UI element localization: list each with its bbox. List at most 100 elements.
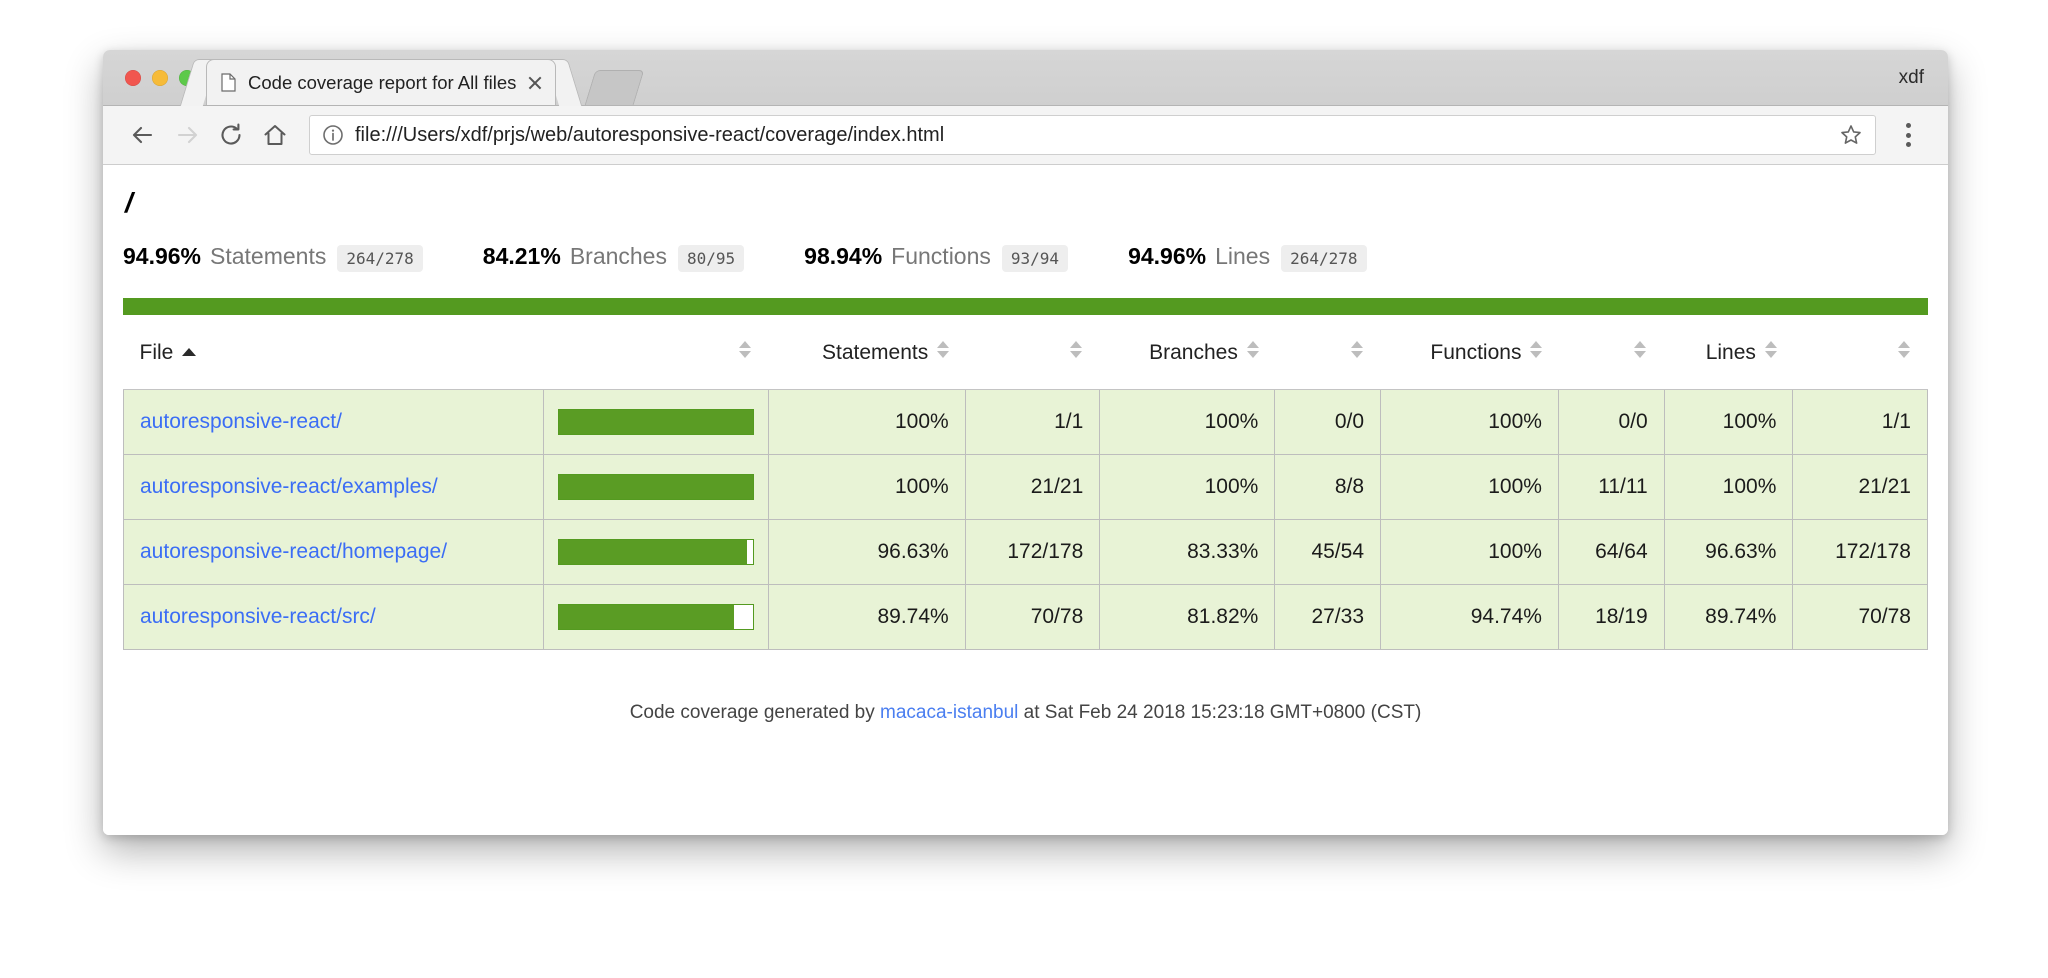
summary-functions-pct: 98.94% [804,243,882,270]
column-header-functions[interactable]: Functions [1381,315,1559,390]
cell-lines-pct: 89.74% [1664,585,1793,650]
coverage-status-bar [123,298,1928,315]
cell-lines-raw: 21/21 [1793,455,1928,520]
table-body: autoresponsive-react/100%1/1100%0/0100%0… [124,390,1928,650]
coverage-summary: 94.96% Statements 264/278 84.21% Branche… [123,243,1930,272]
summary-lines: 94.96% Lines 264/278 [1128,243,1366,272]
profile-name-label[interactable]: xdf [1899,67,1924,89]
tab-title: Code coverage report for All files [248,72,521,94]
sort-both-icon [1070,341,1082,358]
close-icon[interactable] [525,73,545,93]
coverage-table-wrapper: File Statements Branches [103,315,1948,724]
table-header-row: File Statements Branches [124,315,1928,390]
macaca-istanbul-link[interactable]: macaca-istanbul [880,702,1018,723]
column-header-statements-raw[interactable] [965,315,1100,390]
cell-functions-pct: 94.74% [1381,585,1559,650]
footer-suffix: at Sat Feb 24 2018 15:23:18 GMT+0800 (CS… [1018,702,1421,723]
home-button[interactable] [253,113,297,157]
back-arrow-icon [130,122,156,148]
column-header-branches[interactable]: Branches [1100,315,1275,390]
cell-branches-pct: 83.33% [1100,520,1275,585]
file-link[interactable]: autoresponsive-react/ [140,410,342,433]
column-header-functions-label: Functions [1430,341,1521,364]
page-title: / [125,187,1930,219]
coverage-bar-fill [558,409,754,435]
coverage-bar [558,604,754,630]
cell-branches-raw: 45/54 [1275,520,1381,585]
cell-statements-pct: 100% [769,390,966,455]
column-header-file[interactable]: File [124,315,544,390]
column-header-functions-raw[interactable] [1558,315,1664,390]
browser-tab[interactable]: Code coverage report for All files [206,59,556,105]
minimize-window-button[interactable] [152,70,168,86]
column-header-lines[interactable]: Lines [1664,315,1793,390]
summary-branches-label: Branches [570,243,667,270]
coverage-bar-empty [734,604,754,630]
cell-lines-raw: 172/178 [1793,520,1928,585]
coverage-bar [558,539,754,565]
summary-statements-label: Statements [210,243,326,270]
star-icon[interactable] [1839,123,1863,147]
footer-prefix: Code coverage generated by [630,702,880,723]
cell-statements-pct: 100% [769,455,966,520]
file-link[interactable]: autoresponsive-react/src/ [140,605,376,628]
coverage-bar [558,474,754,500]
summary-functions-label: Functions [891,243,991,270]
back-button[interactable] [121,113,165,157]
sort-both-icon [1530,341,1542,358]
sort-both-icon [1765,341,1777,358]
cell-functions-raw: 64/64 [1558,520,1664,585]
info-circle-icon[interactable] [322,124,344,146]
page-content: / 94.96% Statements 264/278 84.21% Branc… [103,165,1948,835]
cell-lines-pct: 100% [1664,455,1793,520]
column-header-file-label: File [140,341,174,364]
column-header-branches-raw[interactable] [1275,315,1381,390]
browser-toolbar: file:///Users/xdf/prjs/web/autoresponsiv… [103,106,1948,165]
cell-file: autoresponsive-react/src/ [124,585,544,650]
summary-statements-pct: 94.96% [123,243,201,270]
column-header-lines-label: Lines [1706,341,1756,364]
background-tab[interactable] [585,70,645,105]
address-bar[interactable]: file:///Users/xdf/prjs/web/autoresponsiv… [309,115,1876,155]
cell-branches-raw: 0/0 [1275,390,1381,455]
cell-functions-pct: 100% [1381,390,1559,455]
column-header-bar-sort[interactable] [544,315,769,390]
report-header: / 94.96% Statements 264/278 84.21% Branc… [103,165,1948,272]
cell-coverage-bar [544,585,769,650]
document-icon [221,73,236,92]
home-icon [262,122,288,148]
browser-window: Code coverage report for All files xdf [103,50,1948,835]
cell-file: autoresponsive-react/ [124,390,544,455]
cell-branches-pct: 100% [1100,455,1275,520]
summary-statements: 94.96% Statements 264/278 [123,243,423,272]
cell-statements-raw: 70/78 [965,585,1100,650]
cell-functions-raw: 0/0 [1558,390,1664,455]
sort-ascending-icon [182,348,196,356]
report-footer: Code coverage generated by macaca-istanb… [123,702,1928,724]
file-link[interactable]: autoresponsive-react/examples/ [140,475,438,498]
summary-lines-pct: 94.96% [1128,243,1206,270]
cell-coverage-bar [544,455,769,520]
forward-button [165,113,209,157]
cell-statements-raw: 172/178 [965,520,1100,585]
cell-lines-raw: 70/78 [1793,585,1928,650]
coverage-bar-fill [558,539,747,565]
sort-both-icon [1634,341,1646,358]
file-link[interactable]: autoresponsive-react/homepage/ [140,540,447,563]
summary-lines-label: Lines [1215,243,1270,270]
close-window-button[interactable] [125,70,141,86]
cell-branches-raw: 27/33 [1275,585,1381,650]
reload-icon [218,122,244,148]
reload-button[interactable] [209,113,253,157]
forward-arrow-icon [174,122,200,148]
coverage-bar-fill [558,604,734,630]
summary-functions: 98.94% Functions 93/94 [804,243,1068,272]
coverage-bar-fill [558,474,754,500]
cell-functions-pct: 100% [1381,455,1559,520]
three-dot-menu-icon[interactable] [1886,113,1930,157]
cell-statements-pct: 89.74% [769,585,966,650]
column-header-lines-raw[interactable] [1793,315,1928,390]
coverage-bar [558,409,754,435]
column-header-statements[interactable]: Statements [769,315,966,390]
summary-functions-fraction: 93/94 [1002,245,1068,272]
